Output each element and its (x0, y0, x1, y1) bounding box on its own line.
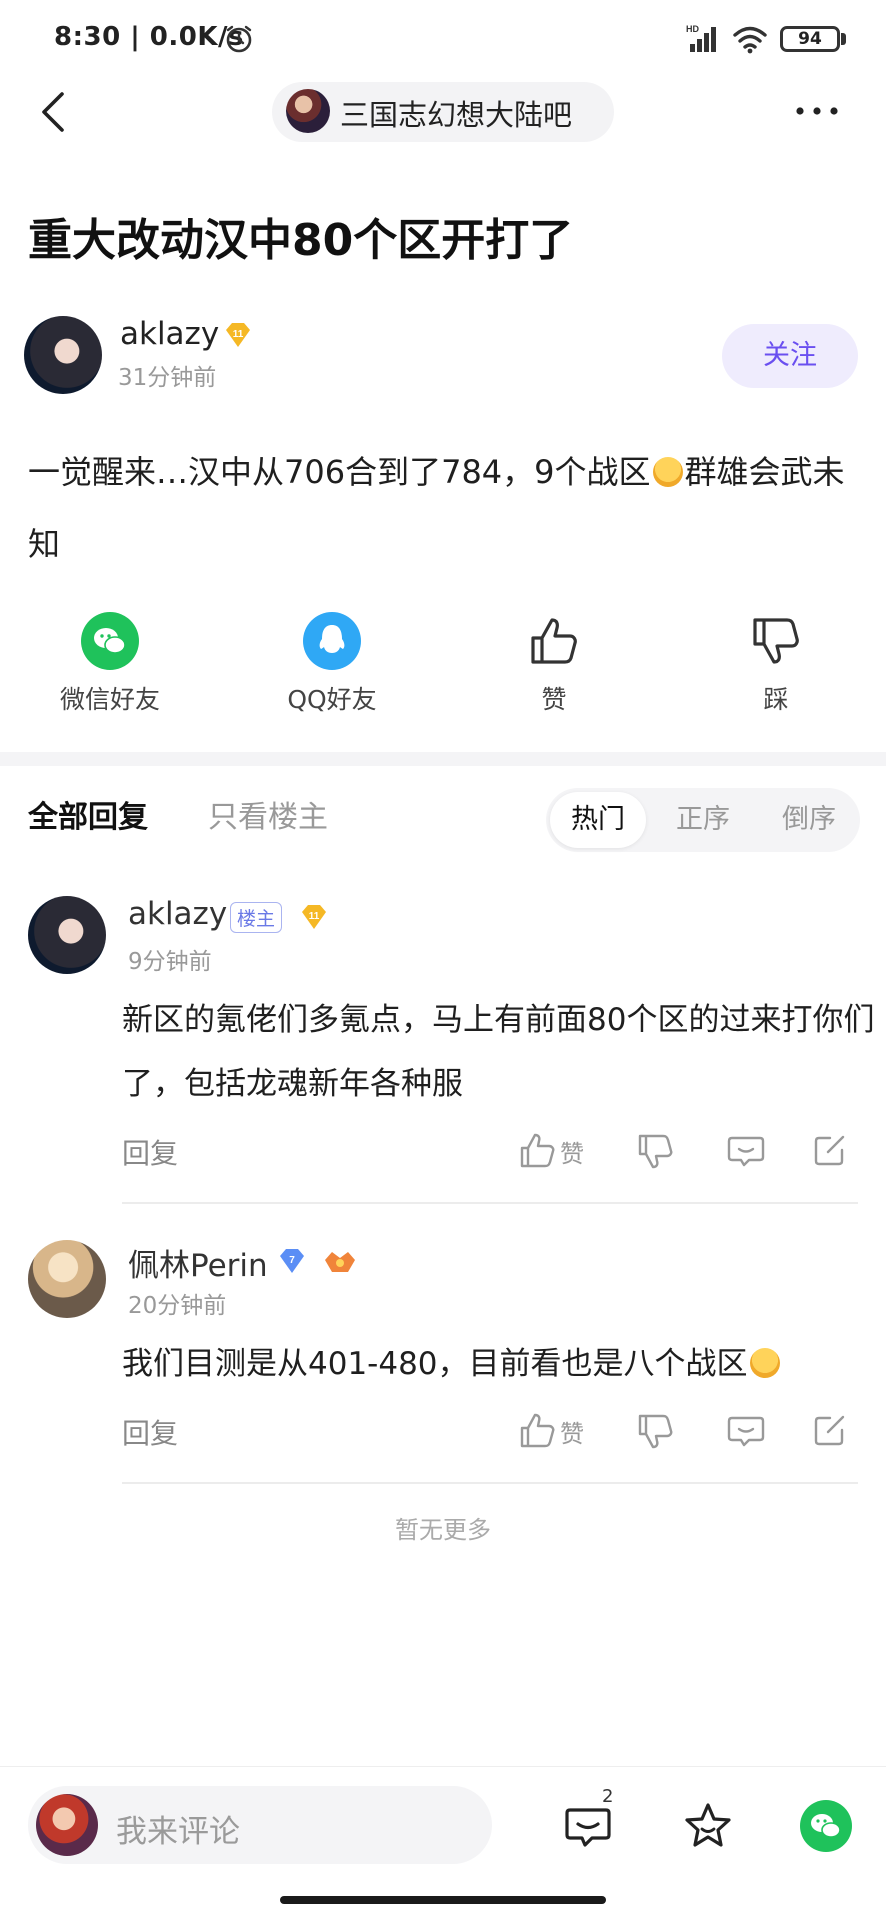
dislike-post-label: 踩 (763, 685, 789, 714)
forum-avatar[interactable] (286, 89, 330, 133)
home-indicator (280, 1896, 606, 1904)
level-badge-icon: 11 (226, 323, 250, 347)
comment-time: 9分钟前 (128, 949, 212, 975)
post-body-part1: 一觉醒来…汉中从706合到了784，9个战区 (28, 453, 651, 491)
messages-icon[interactable] (562, 1800, 614, 1852)
sweat-emoji-icon (749, 1348, 780, 1378)
comment-avatar[interactable] (28, 896, 106, 974)
author-name[interactable]: aklazy (120, 316, 219, 352)
battery-indicator: 94 (780, 26, 840, 52)
like-label[interactable]: 赞 (560, 1134, 584, 1169)
author-post-time: 31分钟前 (118, 365, 217, 391)
like-post-button[interactable]: 赞 (474, 612, 634, 722)
comment-body: 我们目测是从401-480，目前看也是八个战区 (122, 1332, 882, 1396)
sort-desc-button[interactable]: 倒序 (782, 792, 836, 848)
wechat-icon (81, 612, 139, 670)
thumbs-up-icon[interactable] (518, 1130, 558, 1170)
tab-all-replies[interactable]: 全部回复 (28, 792, 148, 836)
comment-body-text: 我们目测是从401-480，目前看也是八个战区 (122, 1346, 748, 1382)
forum-name[interactable]: 三国志幻想大陆吧 (340, 92, 572, 134)
my-avatar (36, 1794, 98, 1856)
signal-icon: HD (686, 24, 716, 52)
svg-text:HD: HD (686, 24, 699, 34)
dislike-post-button[interactable]: 踩 (696, 612, 856, 722)
sort-hot-button[interactable]: 热门 (550, 792, 646, 848)
qq-icon (303, 612, 361, 670)
wifi-icon (733, 26, 767, 54)
thumbs-down-icon[interactable] (636, 1412, 676, 1452)
op-tag: 楼主 (230, 902, 283, 933)
like-label[interactable]: 赞 (560, 1414, 584, 1449)
thumbs-up-icon (531, 618, 577, 664)
thumbs-up-icon[interactable] (518, 1410, 558, 1450)
sweat-emoji-icon (652, 457, 683, 487)
author-avatar[interactable] (24, 316, 102, 394)
comment-level: 7 (289, 1255, 295, 1266)
comment-author-name[interactable]: aklazy (128, 896, 227, 932)
author-level: 11 (233, 329, 244, 340)
section-divider (0, 752, 886, 766)
comment-divider (122, 1482, 858, 1484)
follow-button[interactable]: 关注 (722, 324, 858, 388)
comment-placeholder[interactable]: 我来评论 (116, 1806, 240, 1851)
like-post-label: 赞 (541, 685, 567, 714)
post-title: 重大改动汉中80个区开打了 (28, 215, 574, 266)
back-button[interactable] (32, 86, 76, 138)
level-badge-icon: 11 (302, 905, 326, 929)
battery-tip (841, 33, 846, 45)
wechat-icon[interactable] (800, 1800, 852, 1852)
edit-share-icon[interactable] (810, 1410, 850, 1450)
message-count: 2 (602, 1786, 614, 1807)
comment-divider (122, 1202, 858, 1204)
level-badge-icon: 7 (280, 1249, 304, 1273)
share-qq-button[interactable]: QQ好友 (252, 612, 412, 722)
comment-level: 11 (309, 911, 320, 922)
reply-button[interactable]: 回复 (122, 1132, 178, 1172)
share-qq-label: QQ好友 (287, 685, 377, 714)
more-options-button[interactable] (792, 96, 842, 126)
comment-icon[interactable] (726, 1410, 766, 1450)
share-wechat-label: 微信好友 (59, 685, 160, 714)
comment-body: 新区的氪佬们多氪点，马上有前面80个区的过来打你们了，包括龙魂新年各种服 (122, 1002, 875, 1102)
comment-author-name[interactable]: 佩林Perin (128, 1240, 268, 1285)
post-body: 一觉醒来…汉中从706合到了784，9个战区 群雄会武未知 (28, 436, 858, 580)
tab-op-only[interactable]: 只看楼主 (208, 792, 328, 836)
comment-avatar[interactable] (28, 1240, 106, 1318)
comment-time: 20分钟前 (128, 1293, 227, 1319)
achievement-badge-icon (325, 1252, 355, 1272)
star-favorite-icon[interactable] (682, 1800, 734, 1852)
comment-icon[interactable] (726, 1130, 766, 1170)
sort-asc-button[interactable]: 正序 (676, 792, 730, 848)
no-more-text: 暂无更多 (395, 1516, 491, 1544)
thumbs-down-icon[interactable] (636, 1132, 676, 1172)
edit-share-icon[interactable] (810, 1130, 850, 1170)
thumbs-down-icon (753, 618, 799, 664)
status-time: 8:30 | 0.0K/s (54, 22, 244, 52)
alarm-icon (226, 25, 252, 53)
reply-button[interactable]: 回复 (122, 1412, 178, 1452)
share-wechat-button[interactable]: 微信好友 (30, 612, 190, 722)
